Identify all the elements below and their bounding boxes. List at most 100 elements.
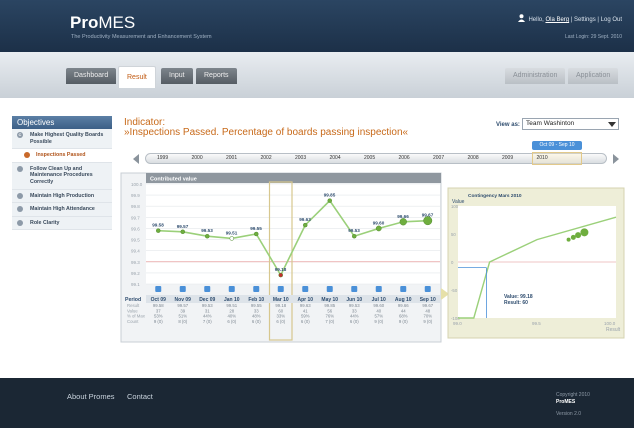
comment-icon[interactable] <box>204 286 211 292</box>
data-label: 99.63 <box>299 217 311 222</box>
data-point[interactable] <box>375 225 382 232</box>
contingency-x-tick: 100.0 <box>604 321 616 326</box>
contingency-y-tick: -50 <box>451 288 458 293</box>
table-cell: 70% <box>423 314 432 319</box>
table-row-label: Result <box>127 303 140 308</box>
tab-reports[interactable]: Reports <box>196 68 237 84</box>
data-point[interactable] <box>399 218 407 226</box>
data-point[interactable] <box>327 198 332 203</box>
data-point[interactable] <box>423 216 433 226</box>
table-cell: 9 (0) <box>374 319 383 324</box>
contributed-value-chart: Contributed value 100.0 99.9 99.8 99.7 99.6 99… <box>120 172 625 343</box>
comment-icon[interactable] <box>155 286 162 292</box>
table-cell: 7 (0) <box>325 319 334 324</box>
table-cell: 44 <box>401 308 406 313</box>
table-cell: 48% <box>252 314 261 319</box>
comment-icon[interactable] <box>424 286 431 292</box>
y-tick-label: 99.4 <box>131 249 140 254</box>
table-cell: 6 (0) <box>350 319 359 324</box>
comment-icon[interactable] <box>277 286 284 292</box>
table-cell: 39 <box>180 308 185 313</box>
logout-link[interactable]: Log Out <box>601 17 622 23</box>
settings-link[interactable]: Settings <box>574 17 596 23</box>
table-cell: 33 <box>254 308 259 313</box>
comment-icon[interactable] <box>400 286 407 292</box>
contingency-point <box>580 228 589 237</box>
footer: About Promes Contact Copyright 2010 ProME… <box>0 378 634 428</box>
tagline: The Productivity Measurement and Enhance… <box>71 34 212 40</box>
table-cell: 8 (0) <box>178 319 187 324</box>
contact-link[interactable]: Contact <box>127 392 153 401</box>
data-point[interactable] <box>156 228 161 233</box>
user-bar: Hello, Ola Berg | Settings | Log Out <box>518 14 622 23</box>
comment-icon[interactable] <box>326 286 333 292</box>
comment-icon[interactable] <box>351 286 358 292</box>
comment-icon[interactable] <box>179 286 186 292</box>
contingency-point <box>566 237 571 242</box>
contingency-x-tick: 99.5 <box>532 321 541 326</box>
tab-dashboard[interactable]: Dashboard <box>66 68 117 84</box>
contingency-xlabel: Result <box>606 327 621 333</box>
user-icon <box>518 14 526 22</box>
y-tick-label: 99.3 <box>131 260 140 265</box>
data-label: 99.51 <box>226 230 238 235</box>
data-label: 99.66 <box>397 214 409 219</box>
about-link[interactable]: About Promes <box>67 392 115 401</box>
contingency-x-tick: 99.0 <box>453 321 462 326</box>
table-cell: 44% <box>350 314 359 319</box>
tab-input[interactable]: Input <box>161 68 193 84</box>
table-cell: 99.63 <box>300 303 311 308</box>
tab-application[interactable]: Application <box>568 68 619 84</box>
table-cell: 6 (0) <box>301 319 310 324</box>
table-cell: 99.66 <box>398 303 409 308</box>
y-tick-label: 99.7 <box>131 215 140 220</box>
table-cell: 60 <box>278 308 283 313</box>
annotation-result: Result: 60 <box>504 300 528 306</box>
table-cell: 48 <box>425 308 430 313</box>
table-cell: 40 <box>376 308 381 313</box>
contingency-point <box>570 234 576 240</box>
data-point[interactable] <box>278 272 283 278</box>
comment-icon[interactable] <box>302 286 309 292</box>
y-tick-label: 100.0 <box>131 182 143 187</box>
table-cell: 31 <box>205 308 210 313</box>
table-cell: 6 (0) <box>276 319 285 324</box>
version: Version 2.0 <box>556 411 582 417</box>
data-point[interactable] <box>180 229 185 235</box>
promes-logo[interactable]: ProMES <box>70 13 135 33</box>
contingency-point <box>575 232 582 239</box>
comment-icon[interactable] <box>375 286 382 292</box>
user-name-link[interactable]: Ola Berg <box>545 17 569 23</box>
tab-administration[interactable]: Administration <box>505 68 566 84</box>
chart-title: Contributed value <box>150 177 197 183</box>
y-tick-label: 99.2 <box>131 271 140 276</box>
data-label: 99.67 <box>422 213 434 218</box>
contingency-y-tick: 50 <box>451 232 456 237</box>
contingency-title: Contingency Mars 2010 <box>468 193 522 199</box>
y-tick-label: 99.8 <box>131 204 140 209</box>
table-row-label: % of Max <box>127 314 146 319</box>
table-cell: 99.55 <box>251 303 262 308</box>
y-tick-label: 99.5 <box>131 238 140 243</box>
table-cell: 59% <box>301 314 310 319</box>
table-cell: 6 (0) <box>227 319 236 324</box>
data-label: 99.53 <box>348 228 360 233</box>
app-header: ProMES The Productivity Measurement and … <box>0 0 634 52</box>
data-point[interactable] <box>303 222 308 228</box>
data-point[interactable] <box>352 233 357 239</box>
tab-result[interactable]: Result <box>118 66 156 88</box>
y-tick-label: 99.9 <box>131 193 140 198</box>
data-point[interactable] <box>254 231 259 237</box>
copyright: Copyright 2010 ProMES <box>556 392 590 405</box>
table-cell: 7 (0) <box>203 319 212 324</box>
comment-icon[interactable] <box>228 286 235 292</box>
data-point[interactable] <box>229 236 234 241</box>
table-cell: 6 (0) <box>252 319 261 324</box>
table-cell: 99.18 <box>275 303 286 308</box>
table-cell: 9 (0) <box>423 319 432 324</box>
table-cell: 99.53 <box>202 303 213 308</box>
data-point[interactable] <box>205 233 210 239</box>
table-cell: 37 <box>156 308 161 313</box>
comment-icon[interactable] <box>253 286 260 292</box>
table-cell: 41 <box>303 308 308 313</box>
